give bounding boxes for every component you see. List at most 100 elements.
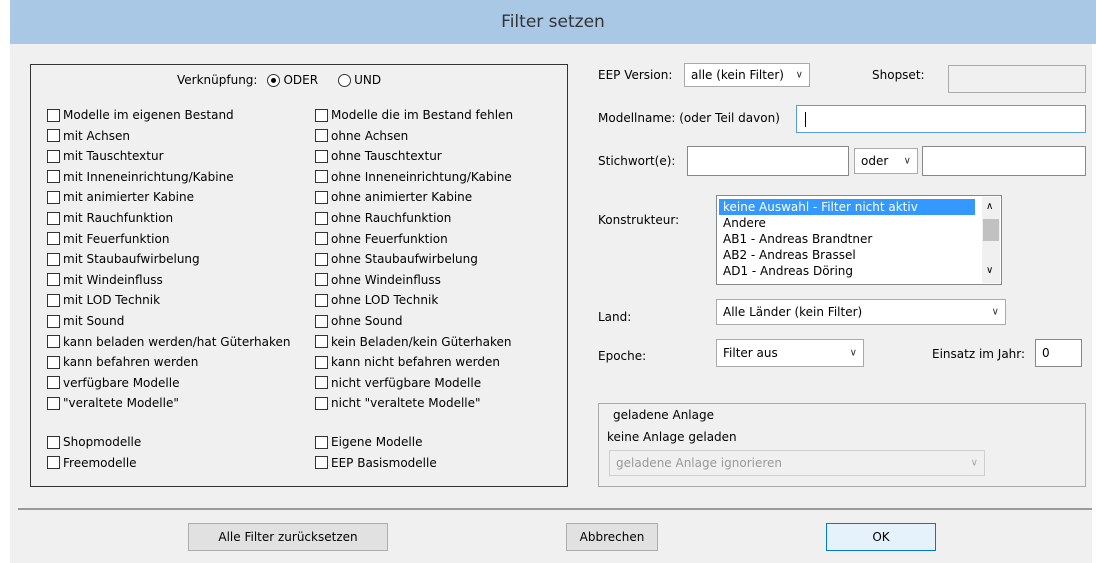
checkbox[interactable] — [47, 314, 60, 328]
checkbox-row[interactable]: mit Sound — [47, 313, 124, 329]
shopset-label: Shopset: — [872, 68, 925, 82]
checkbox-row[interactable]: mit animierter Kabine — [47, 189, 194, 205]
checkbox[interactable] — [315, 435, 328, 449]
checkbox-row[interactable]: kann nicht befahren werden — [315, 354, 500, 370]
land-select[interactable]: Alle Länder (kein Filter) ∨ — [716, 299, 1006, 325]
chevron-down-icon: ∨ — [849, 347, 857, 359]
checkbox[interactable] — [47, 108, 60, 122]
checkbox[interactable] — [47, 232, 60, 246]
einsatz-input[interactable]: 0 — [1035, 339, 1082, 367]
list-item[interactable]: AB1 - Andreas Brandtner — [719, 231, 975, 247]
land-label: Land: — [598, 310, 632, 324]
checkbox[interactable] — [47, 170, 60, 184]
scrollbar-thumb[interactable] — [983, 219, 999, 241]
checkbox-row[interactable]: mit Tauschtextur — [47, 148, 164, 164]
checkbox[interactable] — [315, 252, 328, 266]
radio-und-button[interactable] — [338, 73, 352, 87]
checkbox[interactable] — [47, 456, 60, 470]
checkbox[interactable] — [315, 376, 328, 390]
checkbox-row[interactable]: kein Beladen/kein Güterhaken — [315, 334, 511, 350]
checkbox-row[interactable]: ohne Staubaufwirbelung — [315, 251, 478, 267]
checkbox-row[interactable]: Freemodelle — [47, 455, 137, 471]
ok-button[interactable]: OK — [826, 523, 936, 551]
chevron-up-icon[interactable]: ∧ — [986, 201, 993, 212]
checkbox[interactable] — [315, 149, 328, 163]
modellname-input[interactable] — [796, 105, 1086, 133]
list-item[interactable]: AD1 - Andreas Döring — [719, 263, 975, 279]
checkbox[interactable] — [315, 129, 328, 143]
checkbox[interactable] — [315, 190, 328, 204]
checkbox[interactable] — [315, 273, 328, 287]
stichwort-input-1[interactable] — [687, 146, 849, 176]
checkbox[interactable] — [315, 108, 328, 122]
checkbox-row[interactable]: mit Achsen — [47, 128, 130, 144]
checkbox[interactable] — [315, 170, 328, 184]
checkbox[interactable] — [47, 396, 60, 410]
checkbox-row[interactable]: ohne Sound — [315, 313, 403, 329]
checkbox-row[interactable]: ohne Achsen — [315, 128, 408, 144]
checkbox-row[interactable]: mit Feuerfunktion — [47, 231, 169, 247]
radio-oder[interactable]: ODER — [267, 73, 318, 87]
radio-oder-button[interactable] — [267, 73, 281, 87]
checkbox[interactable] — [47, 355, 60, 369]
checkbox[interactable] — [47, 335, 60, 349]
checkbox[interactable] — [47, 273, 60, 287]
checkbox-row[interactable]: Shopmodelle — [47, 434, 141, 450]
eep-version-select[interactable]: alle (kein Filter) ∨ — [684, 63, 810, 87]
shopset-field[interactable] — [948, 65, 1086, 93]
separator — [18, 508, 1092, 510]
list-item[interactable]: Andere — [719, 215, 975, 231]
checkbox-row[interactable]: mit Staubaufwirbelung — [47, 251, 200, 267]
checkbox[interactable] — [315, 396, 328, 410]
checkbox-row[interactable]: ohne Rauchfunktion — [315, 210, 451, 226]
checkbox[interactable] — [315, 211, 328, 225]
stichwort-operator-select[interactable]: oder ∨ — [854, 148, 918, 174]
checkbox[interactable] — [315, 355, 328, 369]
anlage-select[interactable]: geladene Anlage ignorieren ∨ — [609, 450, 985, 476]
checkbox[interactable] — [315, 314, 328, 328]
checkbox-row[interactable]: ohne Feuerfunktion — [315, 231, 448, 247]
checkbox-row[interactable]: mit Windeinfluss — [47, 272, 163, 288]
checkbox-row[interactable]: ohne Windeinfluss — [315, 272, 441, 288]
checkbox-row[interactable]: ohne Inneneinrichtung/Kabine — [315, 169, 512, 185]
reset-filters-button[interactable]: Alle Filter zurücksetzen — [188, 523, 388, 551]
checkbox-row[interactable]: mit Rauchfunktion — [47, 210, 173, 226]
epoche-select[interactable]: Filter aus ∨ — [716, 339, 864, 367]
list-item[interactable]: AB2 - Andreas Brassel — [719, 247, 975, 263]
konstrukteur-listbox[interactable]: keine Auswahl - Filter nicht aktiv Ander… — [716, 195, 1002, 285]
checkbox[interactable] — [47, 293, 60, 307]
checkbox[interactable] — [315, 293, 328, 307]
listbox-scrollbar[interactable]: ∧ ∨ — [982, 197, 1000, 283]
list-item[interactable]: keine Auswahl - Filter nicht aktiv — [719, 199, 975, 215]
checkbox-row[interactable]: EEP Basismodelle — [315, 455, 437, 471]
checkbox-row[interactable]: mit Inneneinrichtung/Kabine — [47, 169, 234, 185]
checkbox-row[interactable]: mit LOD Technik — [47, 292, 160, 308]
stichwort-input-2[interactable] — [922, 146, 1086, 176]
checkbox-row[interactable]: kann befahren werden — [47, 354, 198, 370]
chevron-down-icon[interactable]: ∨ — [986, 265, 993, 276]
checkbox-row[interactable]: verfügbare Modelle — [47, 375, 179, 391]
checkbox[interactable] — [47, 376, 60, 390]
checkbox[interactable] — [47, 435, 60, 449]
checkbox[interactable] — [315, 335, 328, 349]
checkbox-row[interactable]: ohne LOD Technik — [315, 292, 438, 308]
checkbox[interactable] — [47, 149, 60, 163]
checkbox-row[interactable]: ohne animierter Kabine — [315, 189, 472, 205]
checkbox-row[interactable]: ohne Tauschtextur — [315, 148, 442, 164]
checkbox[interactable] — [47, 211, 60, 225]
checkbox[interactable] — [47, 252, 60, 266]
checkbox-row[interactable]: Modelle im eigenen Bestand — [47, 107, 234, 123]
radio-und[interactable]: UND — [338, 73, 381, 87]
checkbox-row[interactable]: nicht verfügbare Modelle — [315, 375, 481, 391]
checkbox-row[interactable]: "veraltete Modelle" — [47, 395, 179, 411]
checkbox[interactable] — [315, 232, 328, 246]
checkbox-row[interactable]: Eigene Modelle — [315, 434, 422, 450]
checkbox[interactable] — [315, 456, 328, 470]
checkbox-row[interactable]: nicht "veraltete Modelle" — [315, 395, 481, 411]
checkbox-row[interactable]: kann beladen werden/hat Güterhaken — [47, 334, 290, 350]
checkbox[interactable] — [47, 190, 60, 204]
eep-version-value: alle (kein Filter) — [691, 68, 784, 82]
checkbox-row[interactable]: Modelle die im Bestand fehlen — [315, 107, 513, 123]
checkbox[interactable] — [47, 129, 60, 143]
cancel-button[interactable]: Abbrechen — [566, 523, 658, 551]
